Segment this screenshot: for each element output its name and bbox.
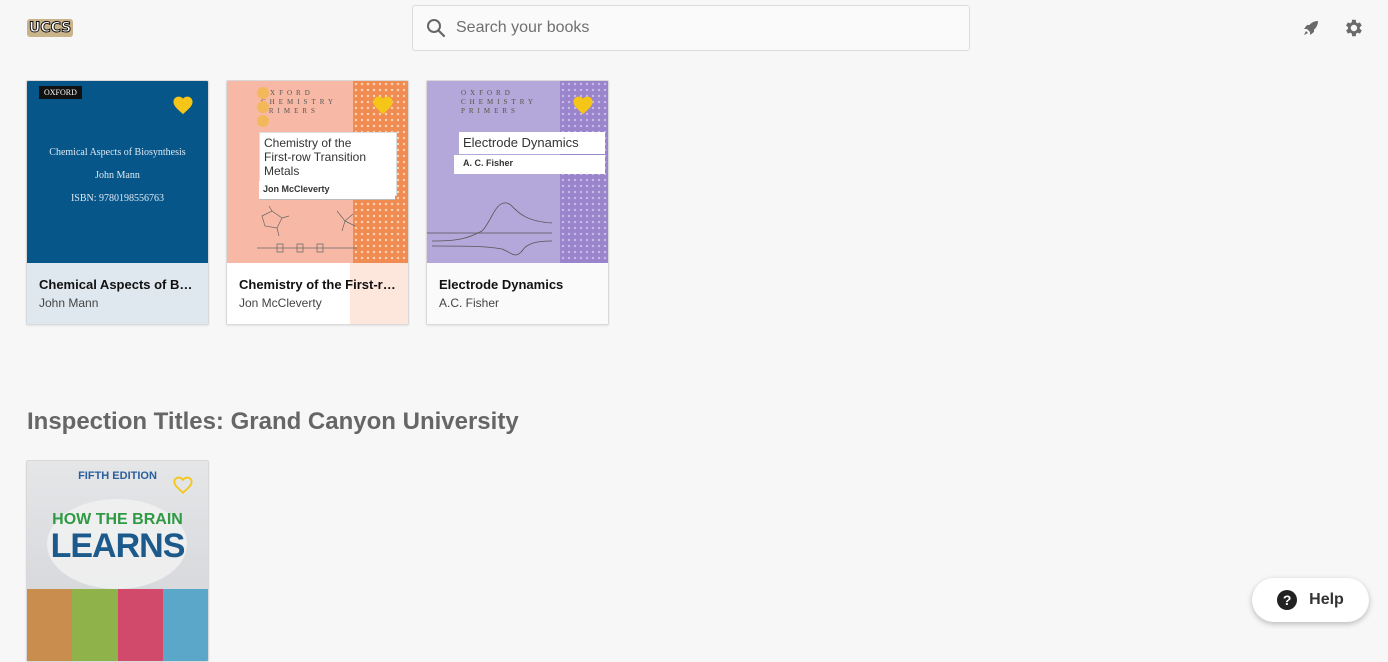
book-meta: Electrode Dynamics A.C. Fisher bbox=[427, 263, 608, 324]
cover-series: OXFORD CHEMISTRY PRIMERS bbox=[261, 89, 337, 115]
favorite-heart-outline-icon[interactable] bbox=[172, 475, 194, 495]
search-input[interactable] bbox=[454, 12, 938, 44]
cover-title-line: First-row Transition bbox=[264, 150, 367, 164]
cover-dot bbox=[257, 101, 269, 113]
cover-author: Jon McCleverty bbox=[263, 184, 330, 194]
favorite-heart-icon[interactable] bbox=[372, 95, 394, 115]
cover-author: John Mann bbox=[95, 170, 140, 181]
book-meta: Chemistry of the First-ro... Jon McCleve… bbox=[227, 263, 408, 324]
cyclic-voltammogram bbox=[427, 202, 553, 256]
book-cover[interactable]: FIFTH EDITION HOW THE BRAIN LEARNS bbox=[27, 461, 208, 661]
book-author: Jon McCleverty bbox=[239, 296, 322, 310]
cover-title-line: Metals bbox=[264, 164, 300, 178]
book-author: John Mann bbox=[39, 296, 99, 310]
publisher-label: OXFORD bbox=[39, 86, 82, 99]
uccs-logo[interactable]: UCCS bbox=[27, 19, 74, 37]
book-cover[interactable]: OXFORD CHEMISTRY PRIMERS Electrode Dynam… bbox=[427, 81, 608, 263]
rocket-icon[interactable] bbox=[1300, 17, 1322, 39]
favorite-heart-icon[interactable] bbox=[172, 95, 194, 115]
book-card[interactable]: OXFORD Chemical Aspects of Biosynthesis … bbox=[26, 80, 209, 325]
book-cover[interactable]: OXFORD Chemical Aspects of Biosynthesis … bbox=[27, 81, 208, 263]
section-title: Inspection Titles: Grand Canyon Universi… bbox=[27, 408, 519, 435]
book-meta: Chemical Aspects of Bio... John Mann bbox=[27, 263, 208, 324]
cover-title-box: Electrode Dynamics bbox=[459, 132, 605, 154]
cover-isbn: ISBN: 9780198556763 bbox=[70, 193, 165, 204]
cover-title-line: Chemistry of the bbox=[264, 136, 352, 150]
book-author: A.C. Fisher bbox=[439, 296, 500, 310]
book-title: Electrode Dynamics bbox=[439, 277, 564, 292]
photo-strip bbox=[27, 589, 208, 661]
cover-title-line: LEARNS bbox=[50, 527, 186, 565]
book-card[interactable]: OXFORD CHEMISTRY PRIMERS Chemistry of th… bbox=[226, 80, 409, 325]
book-cover[interactable]: OXFORD CHEMISTRY PRIMERS Chemistry of th… bbox=[227, 81, 408, 263]
cover-series: OXFORD CHEMISTRY PRIMERS bbox=[461, 89, 537, 115]
book-card[interactable]: OXFORD CHEMISTRY PRIMERS Electrode Dynam… bbox=[426, 80, 609, 325]
search-bar[interactable] bbox=[412, 5, 970, 51]
book-card[interactable]: FIFTH EDITION HOW THE BRAIN LEARNS bbox=[26, 460, 209, 662]
book-title: Chemistry of the First-ro... bbox=[239, 277, 396, 292]
cover-dot bbox=[257, 87, 269, 99]
cover-author-box: A. C. Fisher bbox=[454, 155, 605, 174]
cover-author: A. C. Fisher bbox=[463, 158, 514, 168]
favorite-heart-icon[interactable] bbox=[572, 95, 594, 115]
book-title: Chemical Aspects of Bio... bbox=[39, 277, 196, 292]
cover-title: Chemical Aspects of Biosynthesis bbox=[49, 147, 186, 158]
logo-text: UCCS bbox=[28, 20, 72, 37]
cover-author-box: Jon McCleverty bbox=[259, 181, 395, 200]
cover-dot bbox=[257, 115, 269, 127]
help-icon: ? bbox=[1277, 590, 1298, 610]
help-label: Help bbox=[1309, 591, 1344, 608]
cover-title: Electrode Dynamics bbox=[463, 135, 579, 150]
molecule-diagram bbox=[257, 206, 357, 253]
gear-icon[interactable] bbox=[1342, 17, 1364, 39]
help-button[interactable]: ? Help bbox=[1252, 578, 1369, 622]
search-icon bbox=[426, 18, 446, 38]
